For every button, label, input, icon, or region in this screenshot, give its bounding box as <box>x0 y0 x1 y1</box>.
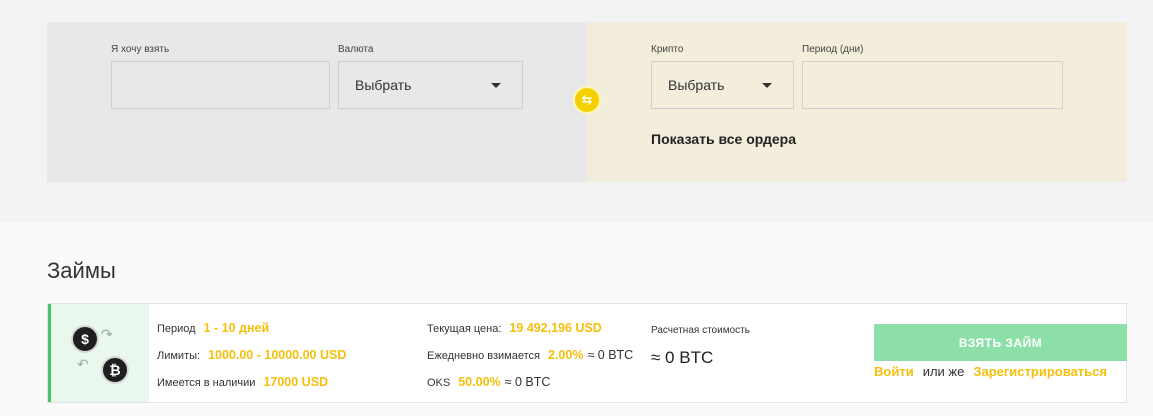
auth-links: Войти или же Зарегистрироваться <box>874 364 1107 379</box>
period-row-label: Период <box>157 323 196 335</box>
limits-row: Лимиты: 1000.00 - 10000.00 USD <box>157 348 346 362</box>
price-row: Текущая цена: 19 492,196 USD <box>427 321 602 335</box>
crypto-select[interactable]: Выбрать <box>651 61 794 109</box>
limits-row-value: 1000.00 - 10000.00 USD <box>208 348 347 362</box>
register-link[interactable]: Зарегистрироваться <box>973 364 1107 379</box>
daily-row-btc: ≈ 0 BTC <box>587 348 634 362</box>
calc-value: ≈ 0 BTC <box>651 348 714 367</box>
swap-icon[interactable]: ⇆ <box>573 86 601 114</box>
currency-select-value: Выбрать <box>355 77 412 93</box>
daily-row-value: 2.00% <box>548 348 584 362</box>
card-icon-area: $ ↷ ↶ ₿ <box>51 304 149 402</box>
calc-label: Расчетная стоимость <box>651 325 750 336</box>
available-row-value: 17000 USD <box>263 375 329 389</box>
oks-row-label: OKS <box>427 377 451 389</box>
period-label: Период (дни) <box>802 44 864 55</box>
crypto-select-value: Выбрать <box>668 77 725 93</box>
curved-arrow-icon: ↶ <box>77 356 89 372</box>
available-row: Имеется в наличии 17000 USD <box>157 375 328 389</box>
take-loan-button[interactable]: ВЗЯТЬ ЗАЙМ <box>874 324 1127 361</box>
currency-select[interactable]: Выбрать <box>338 61 523 109</box>
dollar-coin-icon: $ <box>71 325 99 353</box>
oks-row-btc: ≈ 0 BTC <box>504 375 551 389</box>
show-all-orders-link[interactable]: Показать все ордера <box>651 131 796 147</box>
daily-row-label: Ежедневно взимается <box>427 350 540 362</box>
curved-arrow-icon: ↷ <box>101 326 113 342</box>
chevron-down-icon <box>762 83 772 88</box>
crypto-label: Крипто <box>651 44 684 55</box>
bitcoin-coin-icon: ₿ <box>101 356 129 384</box>
or-text: или же <box>922 364 965 379</box>
currency-label: Валюта <box>338 44 374 55</box>
section-title: Займы <box>47 258 116 283</box>
oks-row-value: 50.00% <box>458 375 501 389</box>
limits-row-label: Лимиты: <box>157 350 201 362</box>
login-link[interactable]: Войти <box>874 364 914 379</box>
available-row-label: Имеется в наличии <box>157 377 256 389</box>
chevron-down-icon <box>491 83 501 88</box>
price-row-value: 19 492,196 USD <box>509 321 602 335</box>
period-row: Период 1 - 10 дней <box>157 321 269 335</box>
period-row-value: 1 - 10 дней <box>203 321 270 335</box>
price-row-label: Текущая цена: <box>427 323 502 335</box>
period-input[interactable] <box>802 61 1063 109</box>
daily-row: Ежедневно взимается 2.00% ≈ 0 BTC <box>427 348 633 362</box>
oks-row: OKS 50.00% ≈ 0 BTC <box>427 375 550 389</box>
amount-input[interactable] <box>111 61 330 109</box>
want-label: Я хочу взять <box>111 44 170 55</box>
